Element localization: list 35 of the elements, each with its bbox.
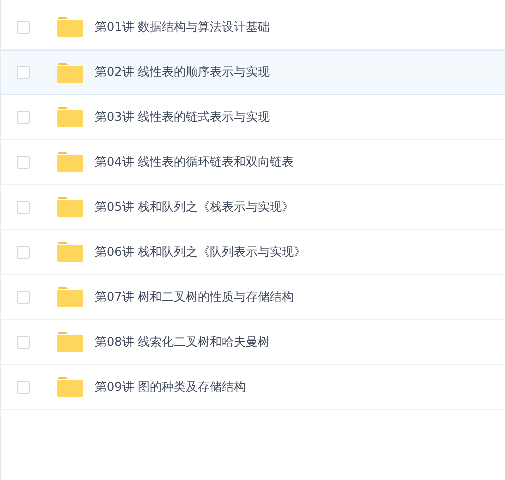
checkbox[interactable] (17, 380, 30, 394)
file-row[interactable]: 第06讲 栈和队列之《队列表示与实现》 (1, 230, 505, 275)
file-name[interactable]: 第03讲 线性表的链式表示与实现 (95, 108, 270, 126)
file-row[interactable]: 第05讲 栈和队列之《栈表示与实现》 (1, 185, 505, 230)
file-name[interactable]: 第07讲 树和二叉树的性质与存储结构 (95, 288, 294, 306)
checkbox[interactable] (17, 246, 30, 258)
folder-icon (57, 242, 84, 262)
folder-icon (57, 332, 84, 352)
file-row[interactable]: 第03讲 线性表的链式表示与实现 (1, 95, 505, 140)
checkbox[interactable] (17, 66, 30, 79)
folder-icon (57, 107, 84, 127)
folder-icon (57, 62, 84, 82)
checkbox[interactable] (17, 110, 30, 124)
file-name[interactable]: 第01讲 数据结构与算法设计基础 (95, 18, 270, 36)
checkbox[interactable] (17, 20, 30, 34)
file-row[interactable]: 第07讲 树和二叉树的性质与存储结构 (1, 275, 505, 320)
folder-icon (57, 152, 84, 172)
file-name[interactable]: 第09讲 图的种类及存储结构 (95, 378, 246, 396)
file-name[interactable]: 第02讲 线性表的顺序表示与实现 (95, 64, 270, 81)
file-row[interactable]: 第08讲 线索化二叉树和哈夫曼树 (1, 320, 505, 365)
file-name[interactable]: 第05讲 栈和队列之《栈表示与实现》 (95, 198, 294, 216)
file-row[interactable]: 第04讲 线性表的循环链表和双向链表 (1, 140, 505, 185)
folder-icon (57, 287, 84, 307)
checkbox[interactable] (17, 290, 30, 304)
file-name[interactable]: 第08讲 线索化二叉树和哈夫曼树 (95, 334, 270, 350)
checkbox[interactable] (17, 156, 30, 168)
checkbox[interactable] (17, 336, 30, 348)
file-name[interactable]: 第06讲 栈和队列之《队列表示与实现》 (95, 244, 306, 260)
file-row[interactable]: 第02讲 线性表的顺序表示与实现 (1, 50, 505, 95)
file-name[interactable]: 第04讲 线性表的循环链表和双向链表 (95, 154, 294, 170)
folder-icon (57, 377, 84, 397)
folder-icon (57, 17, 84, 37)
checkbox[interactable] (17, 200, 30, 214)
file-row[interactable]: 第09讲 图的种类及存储结构 (1, 365, 505, 410)
folder-icon (57, 197, 84, 217)
